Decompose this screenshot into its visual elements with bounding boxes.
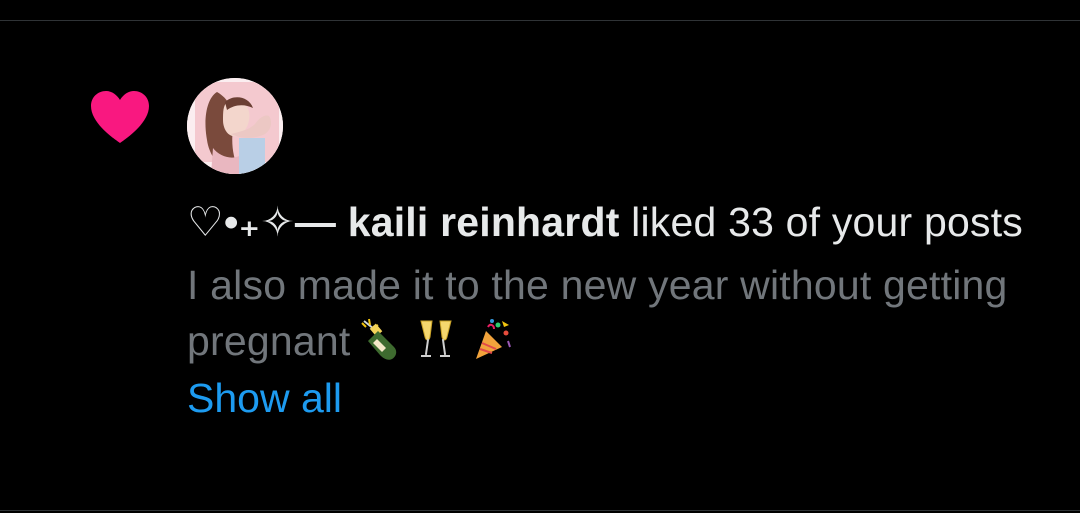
heart-icon [91,91,149,143]
action-text: liked 33 of your posts [619,199,1023,245]
show-all-link[interactable]: Show all [187,369,342,427]
user-name-link[interactable]: ♡•₊✧— kaili reinhardt [187,199,620,245]
notification-content: ♡•₊✧— kaili reinhardt liked 33 of your p… [187,193,1047,427]
avatar-image [187,78,283,174]
emoji-group [360,317,512,361]
notification-summary: ♡•₊✧— kaili reinhardt liked 33 of your p… [187,193,1047,251]
party-popper-icon [476,319,512,359]
clinking-glasses-icon [420,320,453,357]
post-preview[interactable]: I also made it to the new year without g… [187,257,1047,369]
avatar[interactable] [187,78,283,174]
champagne-bottle-icon [361,318,397,360]
like-notification[interactable]: ♡•₊✧— kaili reinhardt liked 33 of your p… [0,21,1080,510]
post-preview-text: I also made it to the new year without g… [187,262,1008,364]
bottom-divider [0,510,1080,511]
